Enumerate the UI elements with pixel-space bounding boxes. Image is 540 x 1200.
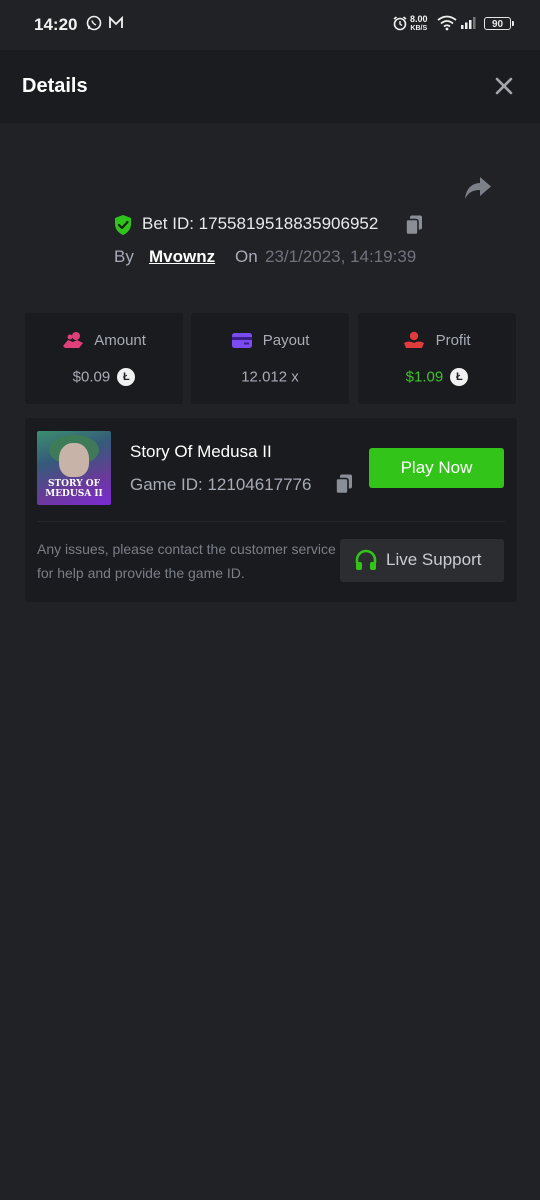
alarm-icon: [393, 16, 407, 31]
network-speed-value: 8.00: [410, 14, 428, 24]
stat-payout-value: 12.012 x: [241, 368, 299, 386]
divider: [37, 521, 505, 522]
bet-date: 23/1/2023, 14:19:39: [265, 247, 417, 266]
share-icon[interactable]: [463, 175, 493, 201]
stat-amount-value-row: $0.09 Ł: [25, 368, 183, 387]
status-bar: 14:20 8.00 KB/S 90: [0, 0, 540, 50]
on-label: On: [235, 247, 258, 266]
bet-id-row: Bet ID: 1755819518835906952: [0, 212, 540, 238]
card-icon: [231, 333, 252, 349]
stat-amount-value: $0.09: [72, 368, 111, 386]
username-link[interactable]: Mvownz: [149, 247, 215, 267]
stat-profit-value: $1.09: [405, 368, 444, 386]
network-speed: 8.00 KB/S: [410, 15, 428, 33]
thumbnail-logo-text: STORY OF MEDUSA II: [37, 479, 111, 499]
stat-payout-value-row: 12.012 x: [191, 368, 349, 386]
live-support-label: Live Support: [386, 550, 482, 569]
page-title: Details: [22, 75, 88, 97]
copy-icon[interactable]: [334, 473, 354, 495]
by-label: By: [114, 247, 134, 266]
bet-id: Bet ID: 1755819518835906952: [142, 214, 379, 233]
wifi-icon: [437, 15, 457, 31]
stat-amount: Amount $0.09 Ł: [25, 313, 183, 404]
litecoin-icon: Ł: [450, 368, 469, 387]
stat-profit-label: Profit: [435, 331, 471, 349]
mail-icon: [109, 15, 123, 28]
signal-icon: [461, 17, 476, 29]
hand-coin-icon: [404, 331, 425, 349]
game-title: Story Of Medusa II: [130, 442, 272, 461]
game-card: STORY OF MEDUSA II Story Of Medusa II Ga…: [25, 418, 517, 602]
play-now-button[interactable]: Play Now: [369, 448, 504, 488]
stat-payout-head: Payout: [191, 331, 349, 349]
bet-by-row: By Mvownz On 23/1/2023, 14:19:39: [0, 245, 540, 269]
live-support-button[interactable]: Live Support: [340, 539, 504, 582]
headset-icon: [355, 549, 377, 570]
stat-payout: Payout 12.012 x: [191, 313, 349, 404]
copy-icon[interactable]: [404, 214, 424, 236]
coins-hand-icon: [63, 332, 84, 349]
whatsapp-icon: [86, 15, 102, 31]
shield-check-icon: [115, 215, 131, 235]
close-icon[interactable]: [492, 74, 516, 98]
thumbnail-art-face: [59, 443, 89, 477]
stat-amount-head: Amount: [25, 331, 183, 349]
game-id: Game ID: 12104617776: [130, 475, 312, 494]
stat-payout-label: Payout: [262, 331, 310, 349]
details-header: Details: [0, 50, 540, 123]
stat-profit-value-row: $1.09 Ł: [358, 368, 516, 387]
litecoin-icon: Ł: [117, 368, 136, 387]
thumbnail-logo-line1: STORY OF: [47, 479, 101, 489]
thumbnail-logo-line2: MEDUSA II: [45, 489, 103, 499]
network-speed-unit: KB/S: [410, 25, 428, 32]
support-message: Any issues, please contact the customer …: [37, 541, 336, 581]
game-thumbnail[interactable]: STORY OF MEDUSA II: [37, 431, 111, 505]
stat-amount-label: Amount: [94, 331, 146, 349]
status-time: 14:20: [34, 15, 78, 34]
battery-indicator: 90: [484, 17, 514, 30]
stat-profit: Profit $1.09 Ł: [358, 313, 516, 404]
stat-profit-head: Profit: [358, 331, 516, 349]
